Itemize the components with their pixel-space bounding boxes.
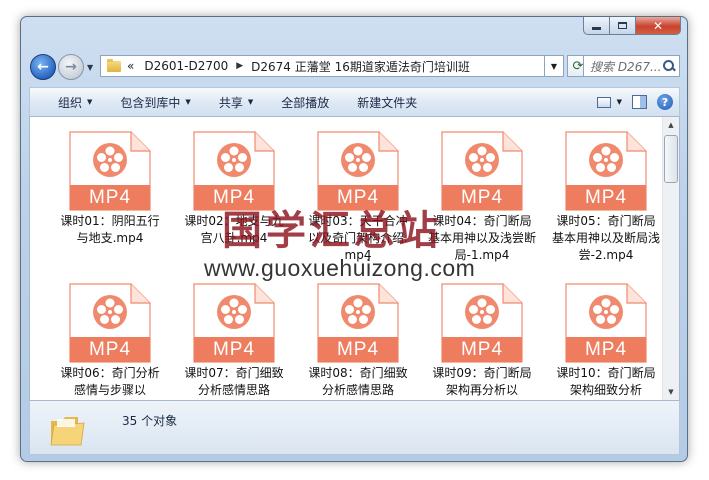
breadcrumb-item[interactable]: D2674 正藩堂 16期道家遁法奇门培训班: [251, 58, 470, 75]
organize-menu[interactable]: 组织 ▼: [30, 88, 101, 116]
mp4-file-icon: MP4: [565, 131, 647, 211]
file-list-pane[interactable]: MP4 课时01：阴阳五行与地支.mp4 MP4 课时02：地支与九宫八卦.mp4 MP…: [29, 117, 680, 400]
maximize-icon: [618, 22, 627, 29]
file-type-badge: MP4: [336, 339, 380, 360]
view-controls: ▼ ?: [596, 88, 673, 116]
mp4-file-icon: MP4: [317, 283, 399, 363]
arrow-right-icon: →: [65, 59, 77, 75]
mp4-file-icon: MP4: [565, 283, 647, 363]
mp4-file-icon: MP4: [441, 131, 523, 211]
file-name: 课时09：奇门断局架构再分析以: [432, 366, 532, 397]
file-type-badge: MP4: [584, 187, 628, 208]
file-type-badge: MP4: [460, 339, 504, 360]
share-label: 共享: [218, 95, 243, 110]
refresh-icon: ⟳: [572, 58, 584, 74]
vertical-scrollbar[interactable]: ▲ ▼: [662, 117, 679, 400]
file-item[interactable]: MP4 课时05：奇门断局基本用神以及断局浅尝-2.mp4: [551, 123, 661, 264]
mp4-file-icon: MP4: [69, 131, 151, 211]
file-name: 课时06：奇门分析感情与步骤以: [60, 366, 160, 397]
file-name: 课时08：奇门细致分析感情思路: [308, 366, 408, 397]
folder-icon: [50, 417, 85, 446]
mp4-file-icon: MP4: [69, 283, 151, 363]
chevron-down-icon[interactable]: ▼: [617, 98, 622, 106]
file-item[interactable]: MP4 课时08：奇门细致分析感情思路: [303, 275, 413, 399]
help-icon[interactable]: ?: [657, 94, 673, 110]
mp4-file-icon: MP4: [441, 283, 523, 363]
file-item[interactable]: MP4 课时07：奇门细致分析感情思路: [179, 275, 289, 399]
address-bar[interactable]: « D2601-D2700 ▶ D2674 正藩堂 16期道家遁法奇门培训班: [100, 55, 545, 77]
chevron-down-icon: ▼: [247, 98, 254, 106]
address-history-dropdown[interactable]: ▼: [545, 55, 564, 77]
file-item[interactable]: MP4 课时01：阴阳五行与地支.mp4: [55, 123, 165, 247]
file-type-badge: MP4: [212, 339, 256, 360]
share-menu[interactable]: 共享 ▼: [210, 88, 262, 116]
mp4-file-icon: MP4: [317, 131, 399, 211]
file-type-badge: MP4: [88, 339, 132, 360]
file-type-badge: MP4: [460, 187, 504, 208]
close-button[interactable]: ✕: [636, 17, 681, 35]
arrow-left-icon: ←: [37, 59, 49, 75]
file-name: 课时01：阴阳五行与地支.mp4: [60, 214, 160, 245]
file-name: 课时02：地支与九宫八卦.mp4: [184, 214, 284, 245]
search-icon[interactable]: [663, 60, 675, 72]
play-all-label: 全部播放: [281, 95, 330, 110]
file-type-badge: MP4: [212, 187, 256, 208]
search-placeholder: 搜索 D267...: [590, 59, 662, 74]
preview-pane-icon[interactable]: [632, 95, 647, 109]
file-type-badge: MP4: [88, 187, 132, 208]
include-in-library-menu[interactable]: 包含到库中 ▼: [111, 88, 199, 116]
minimize-button[interactable]: [583, 17, 610, 35]
chevron-down-icon: ▼: [87, 98, 93, 106]
file-item[interactable]: MP4 课时04：奇门断局基本用神以及浅尝断局-1.mp4: [427, 123, 537, 264]
explorer-window: ✕ ← → ▼ « D2601-D2700 ▶ D2674 正藩堂 16期道家遁…: [20, 16, 688, 462]
file-type-badge: MP4: [584, 339, 628, 360]
mp4-file-icon: MP4: [193, 131, 275, 211]
mp4-file-icon: MP4: [193, 283, 275, 363]
chevron-right-icon[interactable]: ▶: [236, 61, 243, 71]
file-item[interactable]: MP4 课时10：奇门断局架构细致分析: [551, 275, 661, 399]
recent-pages-dropdown[interactable]: ▼: [87, 63, 93, 72]
file-name: 课时03：天干合冲以及奇门架构介绍.mp4: [308, 214, 408, 262]
file-type-badge: MP4: [336, 187, 380, 208]
command-bar: 组织 ▼ 包含到库中 ▼ 共享 ▼ 全部播放 新建文件夹 ▼ ?: [29, 87, 680, 117]
details-pane: 35 个对象: [29, 400, 680, 455]
folder-icon: [107, 58, 121, 72]
chevron-down-icon: ▼: [185, 98, 191, 106]
back-button[interactable]: ←: [30, 54, 56, 80]
file-item[interactable]: MP4 课时06：奇门分析感情与步骤以: [55, 275, 165, 399]
new-folder-label: 新建文件夹: [357, 95, 418, 110]
breadcrumb-overflow[interactable]: «: [127, 59, 134, 73]
play-all-button[interactable]: 全部播放: [272, 88, 338, 116]
file-name: 课时10：奇门断局架构细致分析: [556, 366, 656, 397]
scroll-down-icon[interactable]: ▼: [663, 384, 679, 400]
window-controls: ✕: [583, 17, 681, 35]
chevron-down-icon: ▼: [550, 61, 558, 71]
forward-button[interactable]: →: [58, 54, 84, 80]
new-folder-button[interactable]: 新建文件夹: [348, 88, 426, 116]
file-item[interactable]: MP4 课时03：天干合冲以及奇门架构介绍.mp4: [303, 123, 413, 264]
scroll-up-icon[interactable]: ▲: [663, 117, 679, 133]
change-view-icon[interactable]: [596, 96, 611, 108]
file-name: 课时07：奇门细致分析感情思路: [184, 366, 284, 397]
file-name: 课时05：奇门断局基本用神以及断局浅尝-2.mp4: [551, 214, 660, 262]
minimize-icon: [592, 27, 601, 30]
file-grid: MP4 课时01：阴阳五行与地支.mp4 MP4 课时02：地支与九宫八卦.mp4 MP…: [30, 117, 663, 400]
maximize-button[interactable]: [610, 17, 636, 35]
scrollbar-thumb[interactable]: [664, 135, 678, 183]
file-name: 课时04：奇门断局基本用神以及浅尝断局-1.mp4: [427, 214, 536, 262]
include-in-library-label: 包含到库中: [120, 95, 181, 110]
file-item[interactable]: MP4 课时02：地支与九宫八卦.mp4: [179, 123, 289, 247]
breadcrumb-item[interactable]: D2601-D2700: [144, 59, 228, 73]
search-input[interactable]: 搜索 D267...: [583, 55, 680, 77]
file-item[interactable]: MP4 课时09：奇门断局架构再分析以: [427, 275, 537, 399]
item-count: 35 个对象: [122, 414, 178, 428]
organize-label: 组织: [58, 95, 83, 110]
close-icon: ✕: [652, 18, 664, 33]
